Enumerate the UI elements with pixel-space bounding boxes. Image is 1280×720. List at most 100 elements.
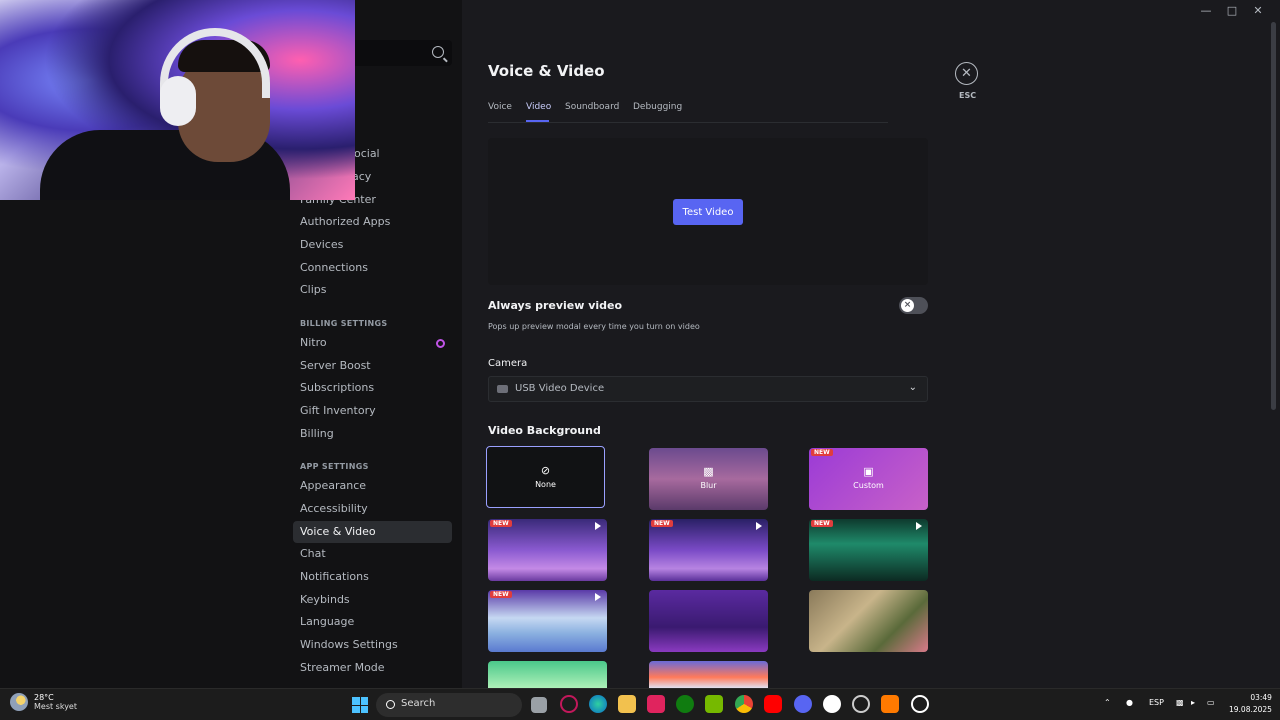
xbox-icon[interactable]: [676, 695, 694, 713]
background-tile-purple-castle-2[interactable]: NEW: [649, 519, 768, 581]
none-icon: ⊘: [540, 464, 551, 477]
task-view-icon[interactable]: [531, 697, 547, 713]
windows-start-icon[interactable]: [352, 697, 368, 713]
tile-label: None: [535, 480, 556, 489]
youtube-icon[interactable]: [764, 695, 782, 713]
sidebar-item-gift-inventory[interactable]: Gift Inventory: [293, 400, 452, 422]
tab-video[interactable]: Video: [526, 102, 551, 112]
weather-description: Mest skyet: [34, 702, 77, 711]
camera-selected-value: USB Video Device: [515, 383, 605, 394]
steam-icon[interactable]: [852, 695, 870, 713]
headphones-cup: [160, 76, 196, 126]
tabs-divider: [488, 122, 888, 123]
sidebar-item-voice-video[interactable]: Voice & Video: [293, 521, 452, 543]
sidebar-item-appearance[interactable]: Appearance: [293, 475, 452, 497]
new-badge: NEW: [490, 591, 512, 598]
windows-taskbar: 28°C Mest skyet Search ⌃ ● ESP ▩ ▸ ▭ 03:…: [0, 688, 1280, 720]
discord-icon[interactable]: [794, 695, 812, 713]
sidebar-item-clips[interactable]: Clips: [293, 279, 452, 301]
nitro-icon: [436, 339, 445, 348]
nvidia-icon[interactable]: [705, 695, 723, 713]
sidebar-item-server-boost[interactable]: Server Boost: [293, 355, 452, 377]
sidebar-item-subscriptions[interactable]: Subscriptions: [293, 377, 452, 399]
tab-soundboard[interactable]: Soundboard: [565, 102, 619, 112]
background-tile-night-city[interactable]: [649, 590, 768, 652]
toggle-off-icon: ×: [901, 299, 914, 312]
app-settings-header: APP SETTINGS: [300, 462, 369, 471]
battery-icon[interactable]: ▭: [1207, 698, 1215, 707]
sidebar-item-devices[interactable]: Devices: [293, 234, 452, 256]
camera-select[interactable]: USB Video Device ⌄: [488, 376, 928, 402]
minimize-icon[interactable]: —: [1200, 4, 1212, 17]
test-video-button[interactable]: Test Video: [673, 199, 743, 225]
search-icon: [386, 700, 395, 709]
language-indicator[interactable]: ESP: [1149, 698, 1164, 707]
app-icon-white[interactable]: [823, 695, 841, 713]
tab-voice[interactable]: Voice: [488, 102, 512, 112]
sidebar-item-keybinds[interactable]: Keybinds: [293, 589, 452, 611]
background-tile-green-meadow[interactable]: [488, 661, 607, 688]
volume-icon[interactable]: ▸: [1191, 698, 1195, 707]
camera-label: Camera: [488, 358, 528, 369]
background-tile-none[interactable]: ⊘ None: [486, 446, 605, 508]
new-badge: NEW: [811, 449, 833, 456]
network-icon[interactable]: ▩: [1176, 698, 1184, 707]
logitech-icon[interactable]: [911, 695, 929, 713]
chevron-down-icon: ⌄: [908, 382, 917, 393]
always-preview-toggle[interactable]: ×: [899, 297, 928, 314]
edge-icon[interactable]: [589, 695, 607, 713]
tile-label: Blur: [700, 481, 717, 490]
background-tile-snow-cove[interactable]: NEW: [488, 590, 607, 652]
window-close-icon[interactable]: ✕: [1252, 4, 1264, 17]
sidebar-item-accessibility[interactable]: Accessibility: [293, 498, 452, 520]
sidebar-item-nitro[interactable]: Nitro: [293, 332, 452, 354]
tab-debugging[interactable]: Debugging: [633, 102, 682, 112]
app-icon-pink[interactable]: [647, 695, 665, 713]
billing-settings-header: BILLING SETTINGS: [300, 319, 388, 328]
taskbar-search[interactable]: Search: [376, 693, 522, 717]
sidebar-item-streamer-mode[interactable]: Streamer Mode: [293, 657, 452, 679]
weather-temperature: 28°C: [34, 693, 54, 702]
image-add-icon: ▣: [863, 465, 874, 478]
microphone-icon[interactable]: ●: [1126, 698, 1133, 707]
new-badge: NEW: [811, 520, 833, 527]
camera-icon: [497, 385, 508, 393]
always-preview-description: Pops up preview modal every time you tur…: [488, 322, 700, 331]
sidebar-item-notifications[interactable]: Notifications: [293, 566, 452, 588]
tray-chevron-up-icon[interactable]: ⌃: [1104, 698, 1111, 707]
sidebar-item-chat[interactable]: Chat: [293, 543, 452, 565]
webcam-overlay: [0, 0, 355, 200]
new-badge: NEW: [651, 520, 673, 527]
new-badge: NEW: [490, 520, 512, 527]
taskbar-search-label: Search: [401, 698, 436, 709]
background-tile-purple-castle[interactable]: NEW: [488, 519, 607, 581]
instagram-icon[interactable]: [560, 695, 578, 713]
sidebar-item-windows-settings[interactable]: Windows Settings: [293, 634, 452, 656]
content-scrollbar[interactable]: [1271, 22, 1276, 410]
blur-icon: ▩: [703, 465, 714, 478]
sidebar-item-connections[interactable]: Connections: [293, 257, 452, 279]
file-explorer-icon[interactable]: [618, 695, 636, 713]
background-tile-custom[interactable]: NEW ▣ Custom: [809, 448, 928, 510]
app-icon-orange[interactable]: [881, 695, 899, 713]
sidebar-item-language[interactable]: Language: [293, 611, 452, 633]
maximize-icon[interactable]: □: [1226, 4, 1238, 17]
sidebar-item-authorized-apps[interactable]: Authorized Apps: [293, 211, 452, 233]
esc-label: ESC: [959, 91, 977, 100]
background-tile-blur[interactable]: ▩ Blur: [649, 448, 768, 510]
play-icon: [916, 522, 922, 530]
chrome-icon[interactable]: [735, 695, 753, 713]
close-settings-button[interactable]: ✕: [955, 62, 978, 85]
sidebar-item-billing[interactable]: Billing: [293, 423, 452, 445]
background-tile-orange-robot[interactable]: [649, 661, 768, 688]
window-controls: — □ ✕: [1200, 4, 1264, 17]
tile-label: Custom: [853, 481, 884, 490]
clock-time: 03:49: [1250, 693, 1272, 702]
clock-date: 19.08.2025: [1229, 705, 1272, 714]
background-tile-garden-room[interactable]: [809, 590, 928, 652]
video-background-title: Video Background: [488, 424, 601, 437]
page-title: Voice & Video: [488, 62, 605, 80]
taskbar-clock[interactable]: 03:49 19.08.2025: [1229, 692, 1272, 716]
background-tile-green-arcade[interactable]: NEW: [809, 519, 928, 581]
weather-widget[interactable]: 28°C Mest skyet: [10, 693, 77, 711]
